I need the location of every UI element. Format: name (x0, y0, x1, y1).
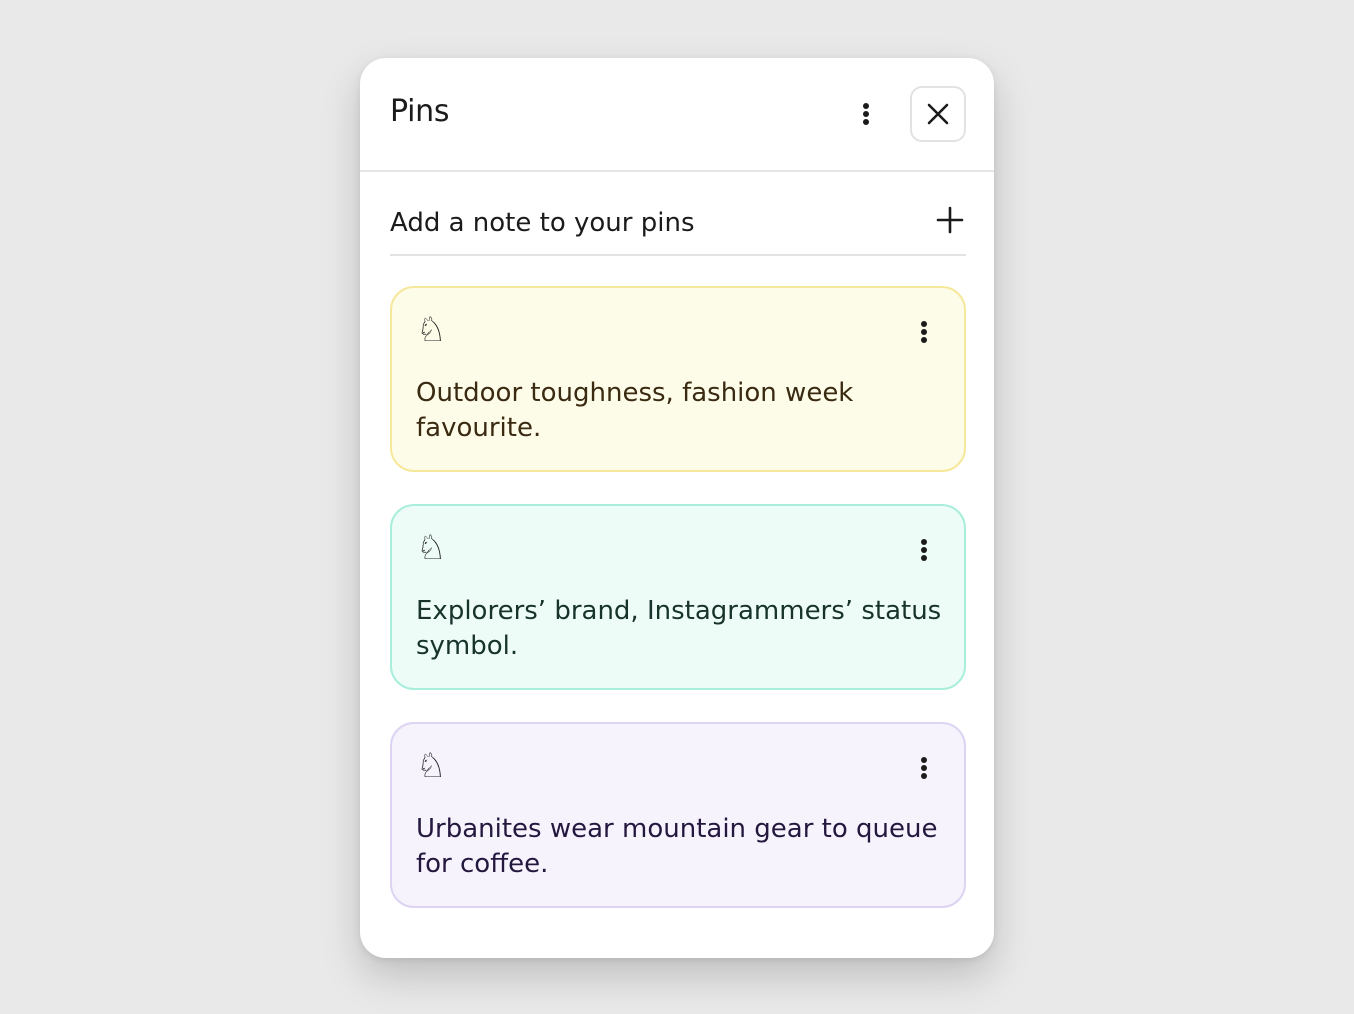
chess-knight-icon: ♘ (416, 310, 447, 350)
add-note-field[interactable]: Add a note to your pins (390, 196, 966, 256)
panel-title: Pins (390, 94, 450, 129)
close-button[interactable] (910, 86, 966, 142)
plus-icon[interactable] (936, 206, 964, 234)
chess-knight-icon: ♘ (416, 746, 447, 786)
more-vertical-icon[interactable] (852, 94, 880, 134)
pin-note-card[interactable]: ♘ Urbanites wear mountain gear to queue … (390, 722, 966, 908)
more-vertical-icon[interactable] (910, 312, 938, 352)
close-icon (927, 103, 949, 125)
pins-panel: Pins Add a note to your pins ♘ Outdoor t… (360, 58, 994, 958)
add-note-label: Add a note to your pins (390, 208, 695, 238)
pin-note-text: Outdoor toughness, fashion week favourit… (416, 378, 854, 443)
pin-note-text: Explorers’ brand, Instagrammers’ status … (416, 596, 942, 661)
panel-header: Pins (360, 58, 994, 172)
pin-note-card[interactable]: ♘ Explorers’ brand, Instagrammers’ statu… (390, 504, 966, 690)
more-vertical-icon[interactable] (910, 748, 938, 788)
chess-knight-icon: ♘ (416, 528, 447, 568)
more-vertical-icon[interactable] (910, 530, 938, 570)
pin-note-text: Urbanites wear mountain gear to queue fo… (416, 814, 938, 879)
pin-note-card[interactable]: ♘ Outdoor toughness, fashion week favour… (390, 286, 966, 472)
